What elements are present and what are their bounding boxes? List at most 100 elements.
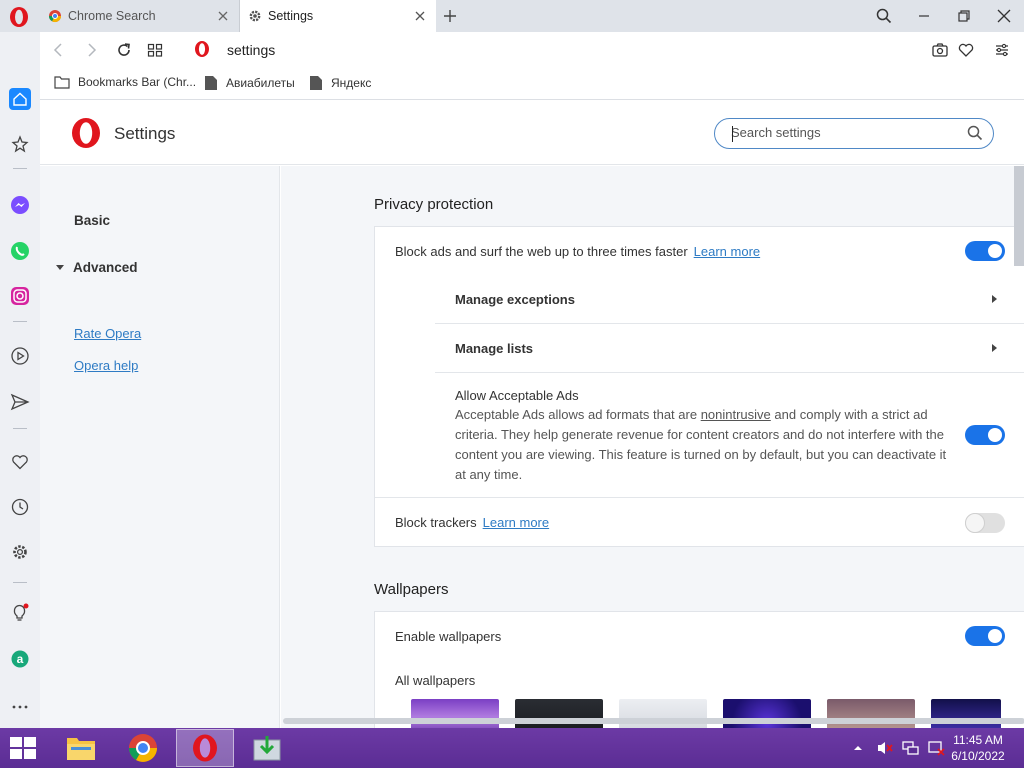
- history-clock-icon[interactable]: [9, 496, 31, 518]
- section-title-wallpapers: Wallpapers: [374, 581, 449, 598]
- settings-search-box[interactable]: [714, 118, 994, 149]
- new-tab-icon[interactable]: [441, 7, 459, 25]
- rate-opera-link[interactable]: Rate Opera: [74, 326, 141, 341]
- nav-advanced-label: Advanced: [73, 260, 138, 275]
- instagram-icon[interactable]: [9, 285, 31, 307]
- trackers-learn-more-link[interactable]: Learn more: [483, 515, 549, 530]
- folder-icon: [54, 76, 70, 89]
- search-icon: [876, 8, 892, 24]
- more-dots-icon[interactable]: [9, 696, 31, 718]
- address-bar: settings: [40, 32, 1024, 68]
- acceptable-ads-title: Allow Acceptable Ads: [455, 388, 579, 403]
- tab-label: Settings: [268, 9, 314, 23]
- bookmark-item[interactable]: Авиабилеты: [204, 75, 295, 91]
- heart-icon[interactable]: [957, 41, 975, 59]
- search-tabs-button[interactable]: [864, 0, 904, 32]
- chevron-right-icon[interactable]: [992, 295, 997, 303]
- toggle-knob: [988, 629, 1002, 643]
- block-ads-toggle[interactable]: [965, 241, 1005, 261]
- chevron-right-icon[interactable]: [992, 344, 997, 352]
- nav-basic[interactable]: Basic: [74, 213, 110, 228]
- bookmark-item[interactable]: Яндекс: [309, 75, 371, 91]
- desc-part: Acceptable Ads allows ad formats that ar…: [455, 407, 701, 422]
- title-bar: Chrome Search Settings: [0, 0, 1024, 32]
- app-taskbar-button[interactable]: [238, 729, 296, 767]
- tab-chrome-search[interactable]: Chrome Search: [40, 0, 240, 32]
- divider: [435, 323, 1024, 324]
- enable-wallpapers-toggle[interactable]: [965, 626, 1005, 646]
- toggle-knob: [988, 244, 1002, 258]
- close-tab-icon[interactable]: [412, 8, 428, 24]
- heart-icon[interactable]: [9, 451, 31, 473]
- all-wallpapers-label: All wallpapers: [395, 673, 476, 688]
- home-icon[interactable]: [9, 88, 31, 110]
- block-trackers-toggle[interactable]: [965, 513, 1005, 533]
- search-input[interactable]: [731, 125, 961, 140]
- aria-icon[interactable]: a: [9, 648, 31, 670]
- show-hidden-icons-icon[interactable]: [852, 743, 864, 753]
- opera-logo-icon: [72, 118, 100, 148]
- manage-lists-row[interactable]: Manage lists: [455, 341, 533, 356]
- opera-icon: [193, 734, 217, 762]
- reload-icon[interactable]: [115, 41, 133, 59]
- close-window-button[interactable]: [984, 0, 1024, 32]
- nonintrusive-link[interactable]: nonintrusive: [701, 407, 771, 422]
- player-icon[interactable]: [9, 345, 31, 367]
- minimize-button[interactable]: [904, 0, 944, 32]
- opera-help-link[interactable]: Opera help: [74, 358, 138, 373]
- network-icon[interactable]: [902, 740, 920, 756]
- url-text[interactable]: settings: [227, 42, 275, 58]
- bookmark-folder[interactable]: Bookmarks Bar (Chr...: [54, 75, 196, 89]
- expand-triangle-icon: [56, 265, 64, 270]
- horizontal-scrollbar[interactable]: [283, 718, 1024, 724]
- close-tab-icon[interactable]: [215, 8, 231, 24]
- sidebar-separator: [13, 582, 27, 583]
- forward-icon[interactable]: [82, 41, 100, 59]
- chrome-search-icon: [49, 10, 61, 23]
- tabs-grid-icon[interactable]: [146, 41, 164, 59]
- system-clock[interactable]: 11:45 AM 6/10/2022: [938, 732, 1018, 764]
- gear-icon[interactable]: [9, 541, 31, 563]
- volume-muted-icon[interactable]: [876, 740, 894, 756]
- settings-main: Privacy protection Block ads and surf th…: [281, 166, 1024, 728]
- messenger-icon[interactable]: [9, 194, 31, 216]
- opera-taskbar-button[interactable]: [176, 729, 234, 767]
- lightbulb-icon[interactable]: [9, 602, 31, 624]
- tab-settings[interactable]: Settings: [240, 0, 436, 32]
- chrome-taskbar-button[interactable]: [114, 729, 172, 767]
- block-trackers-label: Block trackers: [395, 515, 477, 530]
- manage-exceptions-row[interactable]: Manage exceptions: [455, 292, 575, 307]
- toggle-knob: [988, 428, 1002, 442]
- back-icon[interactable]: [50, 41, 68, 59]
- restore-button[interactable]: [944, 0, 984, 32]
- star-icon[interactable]: [9, 133, 31, 155]
- file-explorer-taskbar-button[interactable]: [52, 729, 110, 767]
- enable-wallpapers-label: Enable wallpapers: [395, 629, 502, 644]
- minimize-icon: [919, 15, 929, 17]
- windows-start-icon[interactable]: [10, 737, 36, 759]
- acceptable-ads-toggle[interactable]: [965, 425, 1005, 445]
- sidebar-separator: [13, 321, 27, 322]
- nav-advanced[interactable]: Advanced: [56, 260, 138, 275]
- vertical-scrollbar[interactable]: [1014, 166, 1024, 266]
- wallpapers-card: Enable wallpapers All wallpapers: [374, 611, 1024, 728]
- toggle-knob: [965, 513, 985, 533]
- send-icon[interactable]: [9, 391, 31, 413]
- bookmarks-bar: Bookmarks Bar (Chr... Авиабилеты Яндекс: [40, 68, 1024, 100]
- learn-more-link[interactable]: Learn more: [694, 244, 760, 259]
- page-icon: [205, 76, 217, 90]
- easy-setup-icon[interactable]: [993, 41, 1011, 59]
- tab-label: Chrome Search: [68, 9, 156, 23]
- bookmark-label: Bookmarks Bar (Chr...: [78, 75, 197, 89]
- restore-icon: [958, 10, 970, 22]
- clock-date: 6/10/2022: [951, 749, 1005, 763]
- page-title: Settings: [114, 124, 176, 143]
- close-icon: [997, 9, 1011, 23]
- whatsapp-icon[interactable]: [9, 240, 31, 262]
- sidebar: a: [0, 32, 40, 728]
- search-icon[interactable]: [967, 125, 983, 141]
- snapshot-icon[interactable]: [931, 41, 949, 59]
- opera-menu-icon[interactable]: [8, 6, 30, 28]
- taskbar: 11:45 AM 6/10/2022: [0, 728, 1024, 768]
- clock-time: 11:45 AM: [953, 733, 1003, 747]
